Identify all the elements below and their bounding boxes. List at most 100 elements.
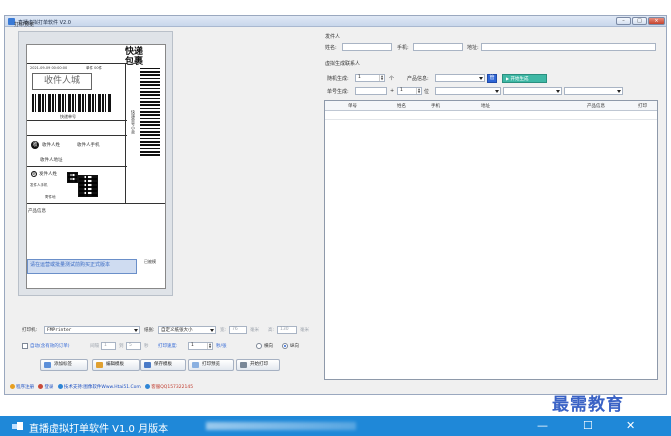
- label-divider: [125, 63, 126, 203]
- print-preview-button[interactable]: 打印预览: [188, 359, 234, 371]
- random-gen-label: 随机生成:: [327, 76, 349, 82]
- interval-from-input[interactable]: 1: [101, 342, 116, 350]
- close-button[interactable]: ×: [648, 17, 665, 25]
- printer-icon: [240, 362, 247, 368]
- sender-name-input[interactable]: [342, 43, 392, 51]
- printer-dropdown[interactable]: FMPrinter: [44, 326, 140, 334]
- globe-icon: [57, 384, 63, 389]
- sender-address-label: 地址:: [467, 45, 479, 51]
- product-info-dropdown[interactable]: [435, 74, 485, 82]
- tracking-option-dropdown-1[interactable]: [435, 87, 501, 95]
- sender-icon: 寄: [31, 171, 37, 177]
- label-vertical-text: 快递单号小卖: [131, 110, 136, 134]
- height-input[interactable]: 130: [277, 326, 297, 334]
- print-speed-unit: 秒/张: [216, 344, 227, 349]
- tracking-option-dropdown-3[interactable]: [564, 87, 623, 95]
- label-vertical-barcode: [140, 66, 160, 156]
- chevron-down-icon: [495, 90, 499, 93]
- maximize-button[interactable]: ☐: [583, 419, 593, 432]
- width-unit: 毫米: [250, 328, 259, 333]
- column-header[interactable]: 产品信息: [587, 103, 605, 109]
- start-generate-button[interactable]: ▶ 开始生成: [502, 74, 547, 83]
- play-icon: ▶: [506, 76, 510, 81]
- label-watermark-text: 请在运营或批量测试前购买正式版本: [30, 262, 111, 268]
- save-template-button[interactable]: 保存模板: [140, 359, 186, 371]
- close-button[interactable]: ✕: [626, 419, 635, 432]
- label-piece-count: 单件 00件: [86, 66, 103, 70]
- sender-address-input[interactable]: [481, 43, 656, 51]
- landscape-radio[interactable]: [256, 343, 262, 349]
- sender-phone-input[interactable]: [413, 43, 463, 51]
- qr-code-icon: [78, 175, 98, 197]
- start-print-button[interactable]: 开始打印: [236, 359, 280, 371]
- tracking-digits-unit: 位: [424, 89, 430, 95]
- watermark-logo: 最需教育: [552, 395, 624, 415]
- edit-template-button[interactable]: 编辑模板: [92, 359, 140, 371]
- tracking-gen-label: 单号生成:: [327, 89, 349, 95]
- sender-name-label: 姓名:: [325, 45, 337, 51]
- label-divider: [27, 166, 127, 167]
- column-header[interactable]: 单号: [348, 103, 357, 109]
- label-product-info: 产品信息: [28, 209, 46, 214]
- minimize-button[interactable]: –: [616, 17, 631, 25]
- receiver-icon: 收: [31, 141, 39, 149]
- width-label: 宽:: [220, 328, 227, 333]
- qq-icon: [145, 384, 151, 389]
- window-titlebar: 直播虚拟打单软件 V2.0 – □ ×: [5, 16, 666, 27]
- chevron-down-icon: [617, 90, 621, 93]
- auto-print-label: 自动(含有效的订单): [30, 344, 70, 349]
- table-header: 单号 姓名 手机 地址 产品信息 打印: [325, 101, 657, 111]
- table-row[interactable]: [325, 111, 657, 120]
- label-receiver-name: 收件人姓: [42, 143, 60, 148]
- sender-phone-label: 手机:: [397, 45, 409, 51]
- label-date: 2021-09-09 00:00:00: [30, 66, 68, 70]
- save-icon: [144, 362, 151, 368]
- portrait-radio[interactable]: [282, 343, 288, 349]
- column-header[interactable]: 地址: [481, 103, 490, 109]
- random-gen-unit: 个: [389, 76, 395, 82]
- label-divider: [27, 135, 127, 136]
- printer-label: 打印机:: [22, 328, 38, 333]
- tracking-option-dropdown-2[interactable]: [503, 87, 562, 95]
- column-header[interactable]: 姓名: [397, 103, 406, 109]
- minimize-button[interactable]: —: [537, 419, 548, 432]
- maximize-button[interactable]: □: [632, 17, 647, 25]
- qr-code-icon: [67, 172, 78, 183]
- bottom-window-title: 直播虚拟打单软件 V1.0 月版本: [29, 424, 169, 435]
- column-header[interactable]: 手机: [431, 103, 440, 109]
- tracking-digits-input[interactable]: 1 ▲ ▼: [397, 87, 422, 95]
- bottom-window-titlebar: 直播虚拟打单软件 V1.0 月版本 — ☐ ✕: [0, 416, 671, 436]
- orders-table[interactable]: 单号 姓名 手机 地址 产品信息 打印: [324, 100, 658, 380]
- label-divider: [27, 63, 127, 64]
- register-icon: [10, 384, 15, 389]
- paper-dropdown[interactable]: 自定义纸张大小: [158, 326, 216, 334]
- sender-header: 发件人: [325, 34, 341, 40]
- paper-value: 自定义纸张大小: [161, 328, 193, 333]
- support-link[interactable]: 技术支持:图像软件Www.Htai51.Com: [64, 385, 141, 390]
- label-sender-address: 寄件地: [45, 195, 56, 199]
- app-icon: [12, 422, 23, 430]
- manage-products-button[interactable]: 管: [487, 74, 497, 83]
- label-tracking-number: 快递单号: [60, 114, 76, 119]
- landscape-label: 横向: [264, 344, 273, 349]
- print-preview-title: 打印预览: [14, 22, 35, 28]
- width-input[interactable]: 76: [229, 326, 247, 334]
- printer-value: FMPrinter: [47, 328, 72, 333]
- add-label-icon: [44, 362, 51, 368]
- product-info-label: 产品信息:: [407, 76, 429, 82]
- tracking-prefix-input[interactable]: [355, 87, 387, 95]
- add-label-button[interactable]: 添加标签: [40, 359, 88, 371]
- random-gen-count-input[interactable]: 1 ▲ ▼: [355, 74, 385, 82]
- label-receiver-phone: 收件人手机: [77, 143, 100, 148]
- column-header[interactable]: 打印: [638, 103, 647, 109]
- print-speed-input[interactable]: 1 ▲ ▼: [188, 342, 213, 350]
- chevron-down-icon: [479, 77, 483, 80]
- interval-to-input[interactable]: 5: [126, 342, 141, 350]
- edit-icon: [96, 362, 103, 368]
- interval-to-label: 到: [119, 344, 124, 349]
- auto-print-checkbox[interactable]: [22, 343, 28, 349]
- register-link[interactable]: 程序注册: [16, 385, 34, 390]
- login-link[interactable]: 登录: [44, 385, 53, 390]
- print-speed-label: 打印速度:: [158, 344, 178, 349]
- qq-link[interactable]: 客服QQ157322145: [151, 385, 193, 390]
